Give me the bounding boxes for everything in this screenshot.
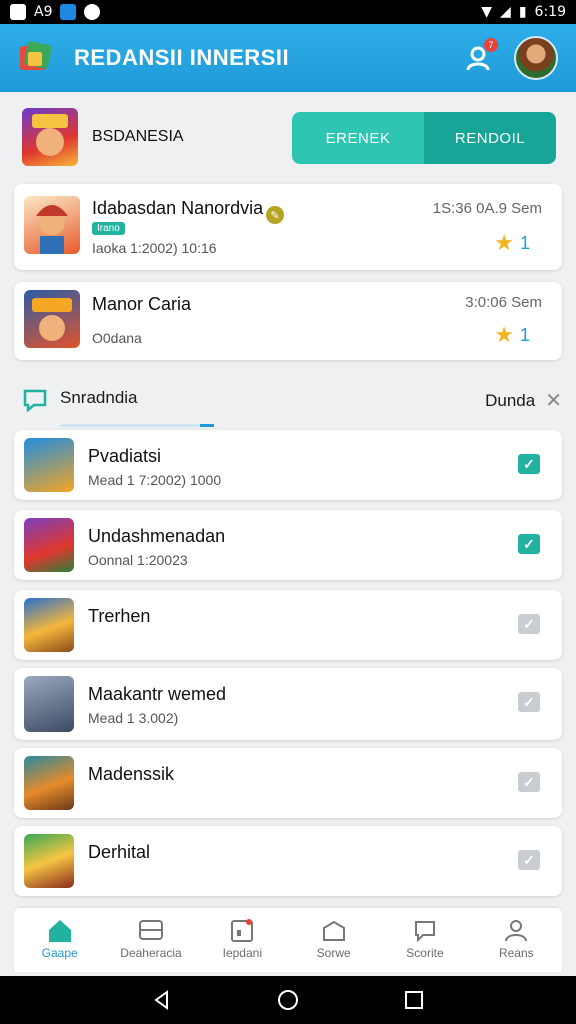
featured-card[interactable]: Manor Caria O0dana 3:0:06 Sem ★ 1 [14, 282, 562, 360]
list-item-name: Maakantr wemed [88, 684, 227, 704]
game-name: Manor Caria [92, 294, 192, 314]
close-icon[interactable]: ✕ [545, 388, 562, 413]
game-thumbnail [24, 598, 74, 652]
game-subtitle: O0dana [92, 330, 142, 346]
bus-icon [138, 920, 163, 940]
game-thumbnail [24, 834, 74, 888]
checkbox[interactable]: ✓ [518, 454, 540, 474]
main-content: BSDANESIA ERENEK RENDOIL Idabasdan Nanor… [0, 92, 576, 976]
rating-value: 1 [519, 232, 530, 253]
message-icon [23, 389, 47, 412]
list-item[interactable]: Trerhen ✓ [14, 590, 562, 660]
recents-icon[interactable] [403, 989, 425, 1011]
list-item[interactable]: Undashmenadan Oonnal 1:20023 ✓ [14, 510, 562, 580]
signal-icon: ◢ [500, 4, 511, 20]
person-icon [505, 920, 528, 942]
checkbox[interactable]: ✓ [518, 534, 540, 554]
nav-label: Gaape [41, 946, 78, 960]
section-underline [60, 424, 214, 427]
secondary-button[interactable]: RENDOIL [424, 112, 556, 164]
nav-label: Deaheracia [120, 946, 182, 960]
status-time: 6:19 [534, 4, 566, 20]
wifi-icon: ▼ [481, 4, 493, 20]
game-thumbnail [24, 196, 80, 254]
avatar[interactable] [514, 36, 558, 80]
list-item[interactable]: Maakantr wemed Mead 1 3.002) ✓ [14, 668, 562, 740]
nav-item-4[interactable]: Sorwe [288, 908, 379, 972]
top-label: BSDANESIA [92, 128, 184, 145]
star-icon: ★ [494, 230, 514, 255]
list-item[interactable]: Derhital ✓ [14, 826, 562, 896]
nav-item-2[interactable]: Deaheracia [105, 908, 196, 972]
calendar-icon [231, 919, 254, 942]
back-icon[interactable] [151, 989, 173, 1011]
game-thumbnail [24, 518, 74, 572]
notifications-button[interactable]: 7 [464, 38, 498, 72]
game-thumbnail [24, 438, 74, 492]
list-item-name: Undashmenadan [88, 526, 226, 546]
edit-icon[interactable]: ✎ [266, 206, 284, 224]
list-item-subtitle: Oonnal 1:20023 [88, 552, 188, 568]
nav-label: Iepdani [222, 946, 262, 960]
list-item-subtitle: Mead 1 3.002) [88, 710, 179, 726]
game-name: Idabasdan Nanordvia [92, 198, 264, 218]
game-thumbnail[interactable] [22, 108, 78, 166]
checkbox[interactable]: ✓ [518, 850, 540, 870]
system-navigation-bar [0, 976, 576, 1024]
game-time: 1S:36 0A.9 Sem [432, 200, 542, 217]
section-header: Snradndia Dunda ✕ [14, 376, 562, 428]
star-icon: ★ [494, 322, 514, 347]
rating: ★ 1 [494, 232, 530, 254]
section-title: Snradndia [60, 388, 138, 407]
chat-icon [414, 921, 435, 943]
checkbox[interactable]: ✓ [518, 614, 540, 634]
game-tag: Irano [92, 222, 125, 235]
status-bar: A9 ▼ ◢ ▮ 6:19 [0, 0, 576, 24]
featured-card[interactable]: Idabasdan Nanordvia ✎ Irano Iaoka 1:2002… [14, 184, 562, 270]
nav-label: Scorite [406, 946, 444, 960]
box-icon [322, 920, 345, 941]
game-thumbnail [24, 290, 80, 348]
status-left-text: A9 [34, 4, 53, 20]
list-item-name: Derhital [88, 842, 151, 862]
game-thumbnail [24, 756, 74, 810]
list-item-name: Trerhen [88, 606, 151, 626]
rating: ★ 1 [494, 324, 530, 346]
list-item[interactable]: Madenssik ✓ [14, 748, 562, 818]
home-icon [48, 920, 71, 942]
game-thumbnail [24, 676, 74, 732]
nav-label: Sorwe [316, 946, 351, 960]
list-item-name: Madenssik [88, 764, 175, 784]
app-title: REDANSII INNERSII [74, 45, 290, 70]
nav-label: Reans [498, 946, 534, 960]
nav-item-3[interactable]: Iepdani [197, 908, 288, 972]
list-item[interactable]: Pvadiatsi Mead 1 7:2002) 1000 ✓ [14, 430, 562, 500]
game-time: 3:0:06 Sem [465, 294, 542, 311]
checkbox[interactable]: ✓ [518, 692, 540, 712]
game-subtitle: Iaoka 1:2002) 10:16 [92, 240, 217, 256]
camera-icon [84, 4, 101, 20]
nav-item-home[interactable]: Gaape [14, 908, 105, 972]
top-bar: BSDANESIA ERENEK RENDOIL [14, 102, 562, 178]
checkbox[interactable]: ✓ [518, 772, 540, 792]
bottom-navigation: Gaape Deaheracia Iepdani Sorwe Scorite R… [14, 908, 562, 972]
rating-value: 1 [519, 324, 530, 345]
image-icon [10, 4, 26, 20]
app-notification-icon [60, 4, 77, 20]
list-item-subtitle: Mead 1 7:2002) 1000 [88, 472, 222, 488]
home-button-icon[interactable] [276, 988, 300, 1012]
section-action[interactable]: Dunda ✕ [485, 388, 562, 413]
section-action-label: Dunda [485, 390, 536, 410]
notification-badge: 7 [484, 38, 498, 52]
battery-icon: ▮ [518, 4, 527, 20]
list-item-name: Pvadiatsi [88, 446, 162, 466]
app-bar: REDANSII INNERSII 7 [0, 24, 576, 92]
nav-item-6[interactable]: Reans [471, 908, 562, 972]
app-logo-icon[interactable] [18, 40, 54, 76]
primary-button[interactable]: ERENEK [292, 112, 424, 164]
nav-item-5[interactable]: Scorite [379, 908, 470, 972]
